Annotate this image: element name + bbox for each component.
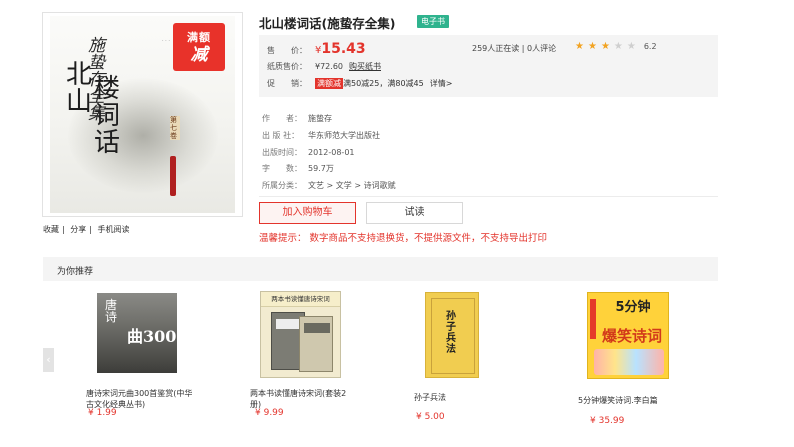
star-icon: ★ — [613, 41, 623, 52]
recommend-title: 为你推荐 — [57, 267, 94, 277]
book-name[interactable]: 唐诗宋词元曲300首鉴赏(中华古文化经典丛书) — [86, 388, 196, 410]
promotion-detail-link[interactable]: 详情> — [430, 79, 453, 88]
star-icon: ★ — [575, 41, 584, 52]
rating-score: 6.2 — [643, 42, 657, 51]
star-icon: ★ — [587, 41, 597, 52]
favorite-link[interactable]: 收藏 — [43, 225, 59, 234]
cover-title-a: 北山 — [66, 60, 93, 117]
price-row: 售 价： ¥15.43 — [267, 41, 366, 57]
promotion-row: 促 销： 满额减 满50减25，满80减45 详情> — [267, 78, 452, 89]
full-discount-badge: 满额 减 — [173, 23, 225, 71]
reader-stats: 259人正在读 | 0人评论 — [472, 44, 557, 53]
cover-volume: 第七卷 — [170, 116, 180, 140]
book-name[interactable]: 孙子兵法 — [414, 392, 494, 403]
book-name[interactable]: 两本书读懂唐诗宋词(套装2册) — [250, 388, 355, 410]
ebook-tag: 电子书 — [417, 15, 449, 28]
chevron-left-icon[interactable]: ‹ — [43, 348, 54, 372]
star-icon: ★ — [600, 41, 610, 52]
book-thumbnail[interactable]: 孙子兵法 — [425, 292, 479, 378]
paper-price-row: 纸质售价： ¥72.60 购买纸书 — [267, 61, 381, 72]
book-name[interactable]: 5分钟爆笑诗词.李白篇 — [578, 395, 688, 406]
meta-publisher: 出 版 社： 华东师范大学出版社 — [262, 131, 380, 140]
rating-stars: ★ ★ ★ ★ ★ 6.2 — [575, 41, 657, 52]
book-price: ¥ 1.99 — [88, 408, 117, 418]
cover-seal — [170, 156, 176, 196]
cover-caption: 两本书读懂唐诗宋词 — [261, 292, 340, 307]
buy-paper-book-link[interactable]: 购买纸书 — [349, 62, 381, 71]
cover-title-b: 楼词话 — [94, 74, 121, 158]
price-value: 15.43 — [321, 41, 366, 57]
book-title: 北山楼词话(施蛰存全集) — [259, 16, 396, 31]
warning-text: 温馨提示： 数字商品不支持退换货，不提供源文件，不支持导出打印 — [259, 233, 548, 244]
book-thumbnail[interactable]: 唐诗 曲300 — [97, 293, 177, 373]
recommend-header: 为你推荐 — [43, 257, 718, 281]
cover-title-b: 爆笑诗词 — [602, 327, 663, 345]
price-box: 售 价： ¥15.43 纸质售价： ¥72.60 购买纸书 促 销： 满额减 满50减25… — [259, 35, 718, 97]
try-read-button[interactable]: 试读 — [366, 202, 463, 224]
mobile-read-link[interactable]: 手机阅读 — [98, 225, 130, 234]
price-label: 售 价： — [267, 46, 307, 55]
book-thumbnail[interactable]: 5分钟 爆笑诗词 — [587, 292, 669, 379]
promotion-tag: 满额减 — [315, 78, 343, 89]
divider — [259, 196, 718, 197]
book-price: ¥ 5.00 — [416, 412, 445, 422]
badge-line1: 满额 — [187, 31, 211, 44]
share-row: 收藏 | 分享 | 手机阅读 — [43, 225, 130, 234]
badge-line2: 减 — [190, 45, 208, 65]
promotion-label: 促 销： — [267, 79, 307, 88]
book-thumbnail[interactable]: 两本书读懂唐诗宋词 — [260, 291, 341, 378]
book-price: ¥ 9.99 — [255, 408, 284, 418]
book-price: ¥ 35.99 — [590, 416, 625, 426]
cover-title: 孙子兵法 — [446, 311, 456, 355]
paper-price-label: 纸质售价： — [267, 62, 307, 71]
promotion-text: 满50减25，满80减45 — [343, 79, 424, 88]
meta-author: 作 者： 施蛰存 — [262, 114, 332, 123]
share-link[interactable]: 分享 — [70, 225, 86, 234]
star-icon: ★ — [626, 41, 636, 52]
paper-price-value: ¥72.60 — [315, 62, 343, 71]
cover-title-a: 5分钟 — [615, 300, 651, 315]
meta-category: 所属分类： 文艺 > 文学 > 诗词歌赋 — [262, 181, 396, 190]
meta-publish-date: 出版时间： 2012-08-01 — [262, 148, 355, 157]
add-to-cart-button[interactable]: 加入购物车 — [259, 202, 356, 224]
meta-word-count: 字 数： 59.7万 — [262, 164, 334, 173]
